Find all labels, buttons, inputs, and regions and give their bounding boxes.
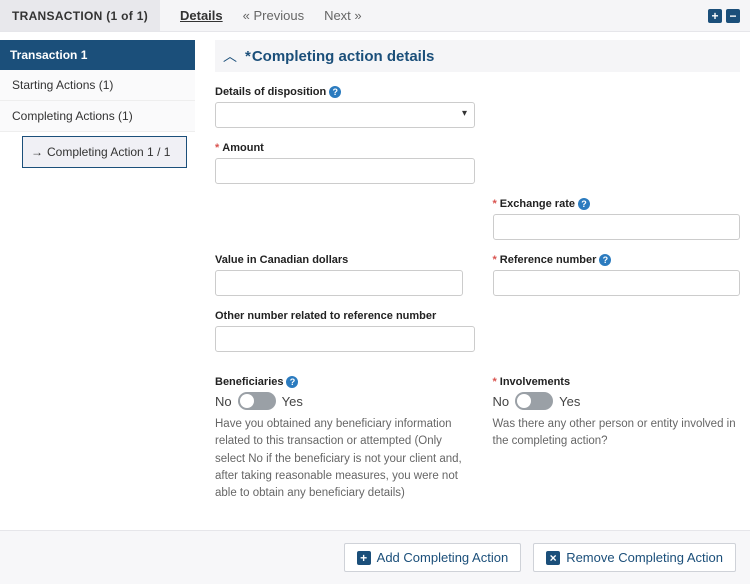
- arrow-right-icon: →: [31, 145, 43, 159]
- value-cad-input[interactable]: [215, 270, 463, 296]
- add-completing-action-button[interactable]: + Add Completing Action: [344, 543, 522, 572]
- remove-completing-action-button[interactable]: × Remove Completing Action: [533, 543, 736, 572]
- amount-input[interactable]: [215, 158, 475, 184]
- label-exchange-rate: *Exchange rate ?: [493, 198, 741, 210]
- beneficiaries-toggle[interactable]: [238, 392, 276, 410]
- help-icon[interactable]: ?: [286, 376, 298, 388]
- prev-button[interactable]: « Previous: [243, 8, 304, 23]
- disposition-select[interactable]: [215, 102, 475, 128]
- sidebar-item-starting-actions[interactable]: Starting Actions (1): [0, 70, 195, 101]
- next-button[interactable]: Next »: [324, 8, 362, 23]
- section-header: ︿ *Completing action details: [215, 40, 740, 72]
- other-number-input[interactable]: [215, 326, 475, 352]
- help-icon[interactable]: ?: [329, 86, 341, 98]
- involvements-helper: Was there any other person or entity inv…: [493, 416, 741, 451]
- label-beneficiaries: Beneficiaries ?: [215, 376, 463, 388]
- help-icon[interactable]: ?: [578, 198, 590, 210]
- expand-collapse-group: + −: [708, 9, 740, 23]
- next-label: Next: [324, 8, 351, 23]
- expand-all-icon[interactable]: +: [708, 9, 722, 23]
- plus-icon: +: [357, 551, 371, 565]
- sidebar-item-completing-action-1[interactable]: → Completing Action 1 / 1: [22, 136, 187, 168]
- sidebar-sub-label: Completing Action 1 / 1: [47, 145, 170, 159]
- label-amount: *Amount: [215, 142, 475, 154]
- beneficiaries-no: No: [215, 394, 232, 409]
- involvements-no: No: [493, 394, 510, 409]
- topbar: TRANSACTION (1 of 1) Details « Previous …: [0, 0, 750, 32]
- exchange-rate-input[interactable]: [493, 214, 741, 240]
- add-btn-label: Add Completing Action: [377, 550, 509, 565]
- beneficiaries-yes: Yes: [282, 394, 303, 409]
- collapse-all-icon[interactable]: −: [726, 9, 740, 23]
- sidebar-item-completing-actions[interactable]: Completing Actions (1): [0, 101, 195, 132]
- involvements-yes: Yes: [559, 394, 580, 409]
- help-icon[interactable]: ?: [599, 254, 611, 266]
- tab-details[interactable]: Details: [180, 8, 223, 23]
- involvements-toggle[interactable]: [515, 392, 553, 410]
- x-icon: ×: [546, 551, 560, 565]
- label-disposition: Details of disposition ?: [215, 86, 475, 98]
- sidebar: Transaction 1 Starting Actions (1) Compl…: [0, 32, 195, 530]
- beneficiaries-helper: Have you obtained any beneficiary inform…: [215, 416, 463, 502]
- label-involvements: *Involvements: [493, 376, 741, 388]
- footer-actions: + Add Completing Action × Remove Complet…: [0, 530, 750, 584]
- reference-number-input[interactable]: [493, 270, 741, 296]
- label-reference-number: *Reference number ?: [493, 254, 741, 266]
- section-title: *Completing action details: [245, 48, 434, 65]
- label-value-cad: Value in Canadian dollars: [215, 254, 463, 266]
- prev-label: Previous: [253, 8, 304, 23]
- sidebar-heading-transaction[interactable]: Transaction 1: [0, 40, 195, 70]
- chevron-up-icon[interactable]: ︿: [223, 46, 237, 66]
- transaction-counter: TRANSACTION (1 of 1): [0, 0, 160, 31]
- topbar-tabs: Details « Previous Next »: [180, 8, 708, 23]
- label-other-number: Other number related to reference number: [215, 310, 475, 322]
- remove-btn-label: Remove Completing Action: [566, 550, 723, 565]
- main-panel: ︿ *Completing action details Details of …: [195, 32, 750, 530]
